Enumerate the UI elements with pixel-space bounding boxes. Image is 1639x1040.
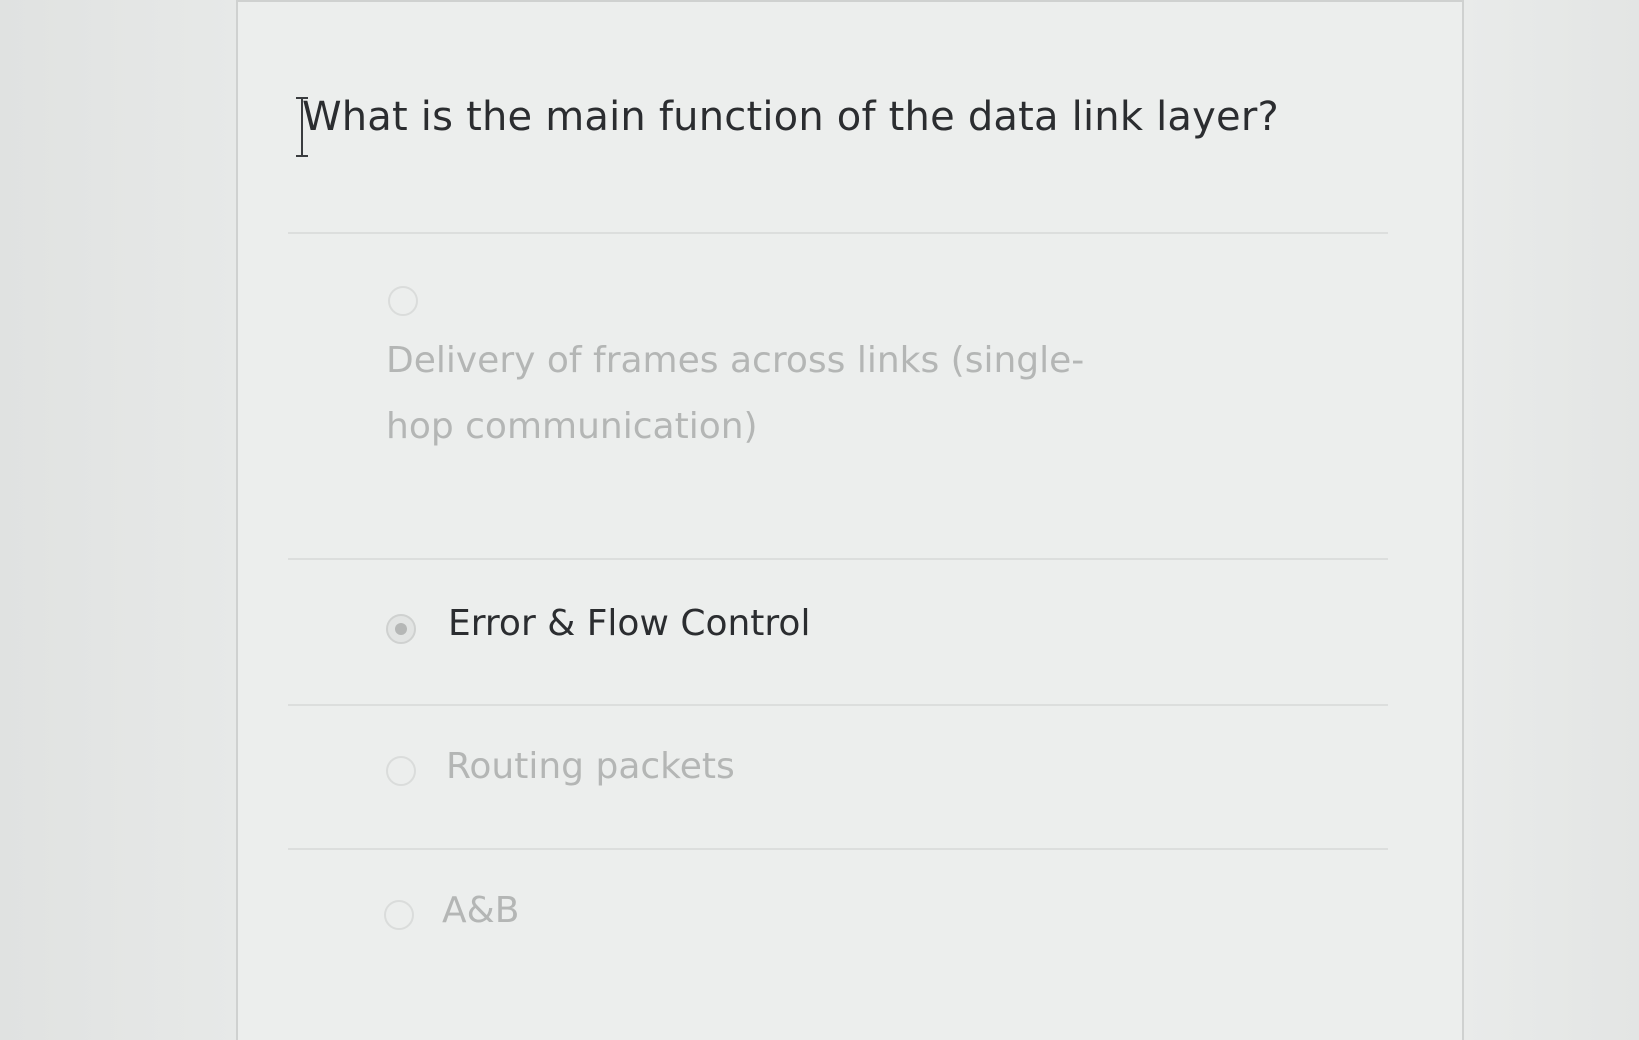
divider [288, 558, 1388, 560]
question-text: What is the main function of the data li… [302, 94, 1279, 140]
option-label[interactable]: Error & Flow Control [448, 603, 810, 644]
radio-button[interactable] [388, 286, 418, 316]
divider [288, 704, 1388, 706]
radio-button[interactable] [386, 756, 416, 786]
divider [288, 848, 1388, 850]
radio-button[interactable] [384, 900, 414, 930]
option-label[interactable]: Routing packets [446, 746, 735, 787]
left-margin [0, 0, 236, 1040]
option-label[interactable]: Delivery of frames across links (single-… [386, 328, 1146, 460]
question-card: What is the main function of the data li… [236, 0, 1464, 1040]
right-margin [1464, 0, 1639, 1040]
divider [288, 232, 1388, 234]
option-label[interactable]: A&B [442, 890, 519, 931]
radio-button-selected[interactable] [386, 614, 416, 644]
